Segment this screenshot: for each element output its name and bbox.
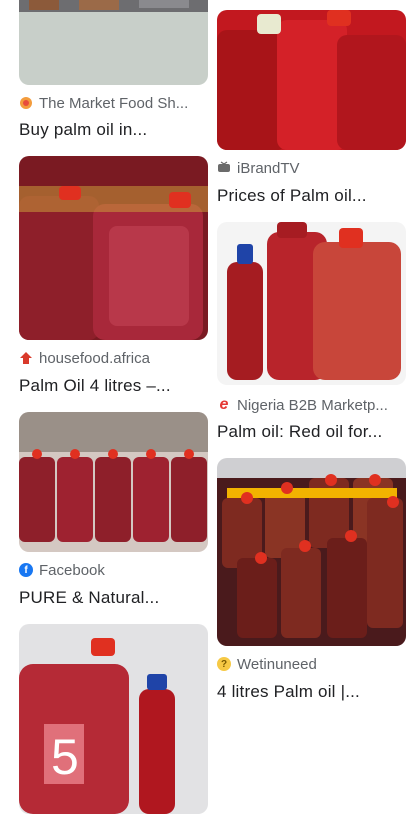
housefood-icon	[19, 351, 33, 365]
result-title[interactable]: 4 litres Palm oil |...	[217, 682, 406, 702]
result-thumbnail[interactable]	[217, 458, 406, 646]
result-source[interactable]: iBrandTV	[217, 158, 406, 178]
result-source-label: iBrandTV	[237, 159, 300, 177]
result-thumbnail[interactable]	[19, 156, 208, 340]
result-title[interactable]: Buy palm oil in...	[19, 120, 208, 140]
result-thumbnail[interactable]	[19, 0, 208, 85]
facebook-icon: f	[19, 563, 33, 577]
result-source[interactable]: housefood.africa	[19, 348, 208, 368]
result-source[interactable]: e Nigeria B2B Marketp...	[217, 395, 406, 415]
result-thumbnail[interactable]	[217, 10, 406, 150]
result-title[interactable]: Palm Oil 4 litres –...	[19, 376, 208, 396]
result-title[interactable]: Prices of Palm oil...	[217, 186, 406, 206]
result-source-label: Wetinuneed	[237, 655, 317, 673]
svg-text:5: 5	[51, 729, 79, 785]
ibrandtv-icon	[217, 161, 231, 175]
result-thumbnail[interactable]: 5	[19, 624, 208, 814]
result-source-label: The Market Food Sh...	[39, 94, 189, 112]
result-source-label: Facebook	[39, 561, 105, 579]
result-thumbnail[interactable]	[19, 412, 208, 552]
result-source[interactable]: f Facebook	[19, 560, 208, 580]
result-title[interactable]: PURE & Natural...	[19, 588, 208, 608]
market-food-icon	[19, 96, 33, 110]
edge-e-icon: e	[219, 396, 229, 413]
result-source-label: Nigeria B2B Marketp...	[237, 396, 388, 414]
wetinuneed-icon: ?	[217, 657, 231, 671]
result-source-label: housefood.africa	[39, 349, 150, 367]
result-source[interactable]: ? Wetinuneed	[217, 654, 406, 674]
result-thumbnail[interactable]	[217, 222, 406, 385]
result-source[interactable]: The Market Food Sh...	[19, 93, 208, 113]
result-title[interactable]: Palm oil: Red oil for...	[217, 422, 406, 442]
